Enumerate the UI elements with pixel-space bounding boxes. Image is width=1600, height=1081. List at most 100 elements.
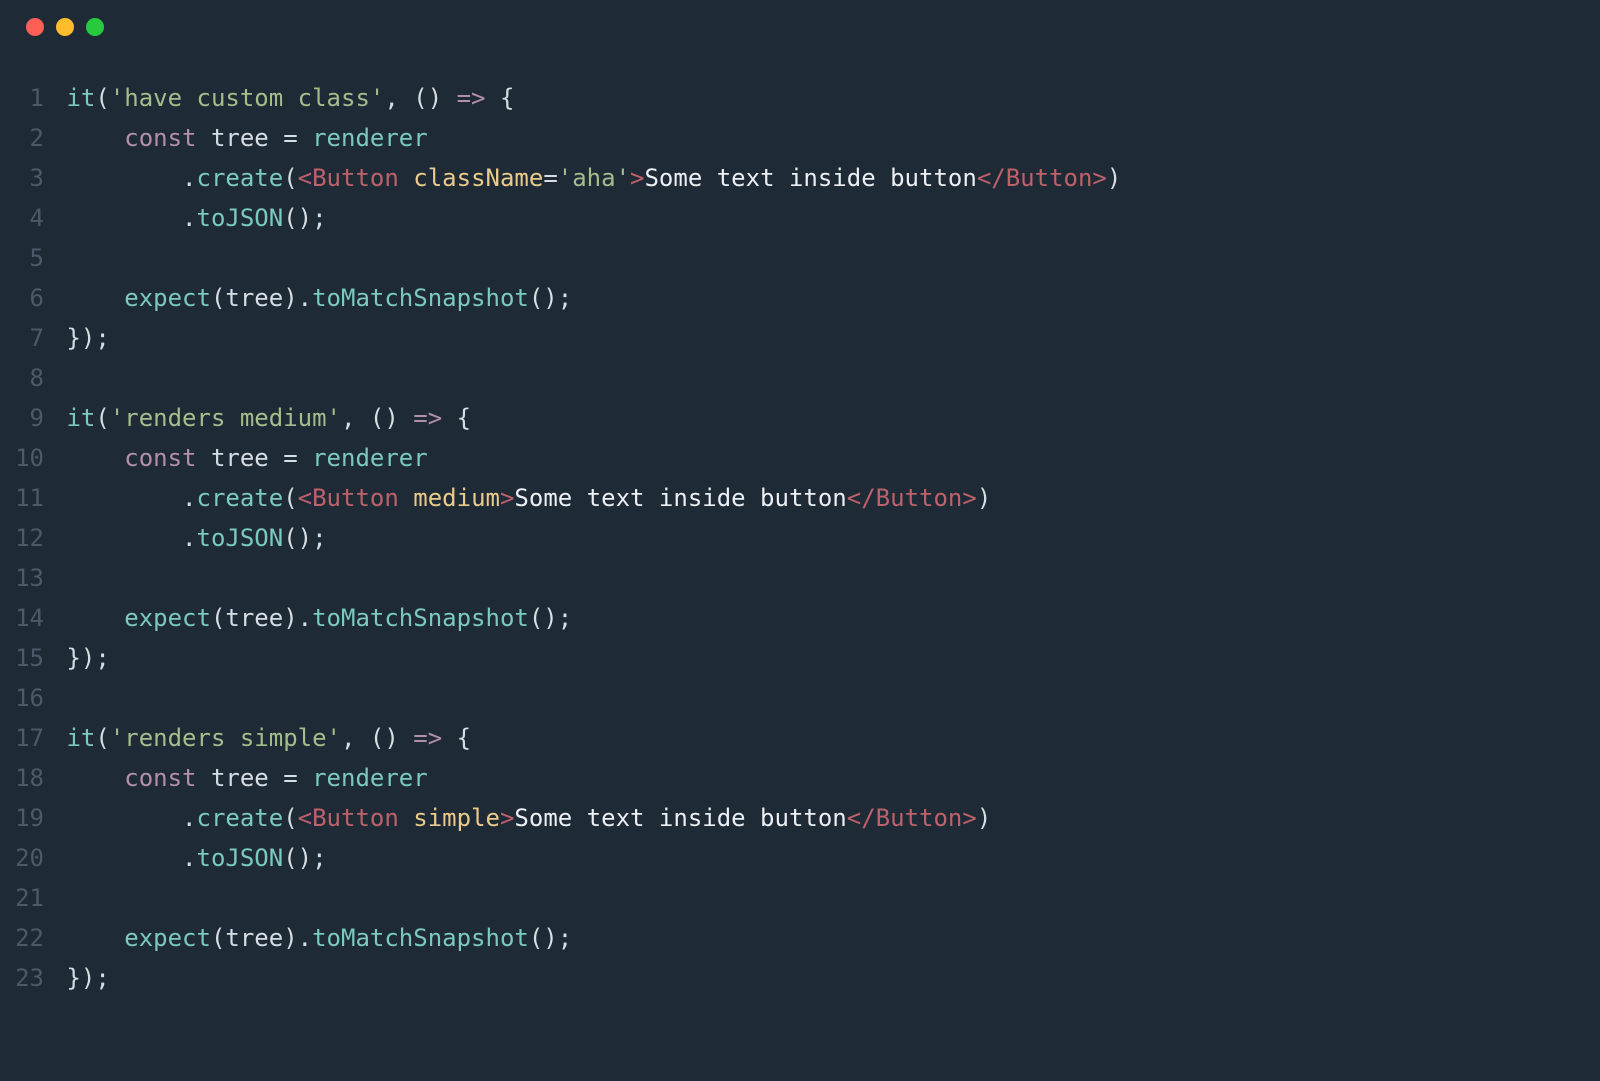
- code-token: ();: [283, 204, 326, 232]
- code-token: >: [500, 804, 514, 832]
- code-token: });: [66, 324, 109, 352]
- code-line[interactable]: const tree = renderer: [52, 438, 1600, 478]
- code-token: ();: [529, 604, 572, 632]
- titlebar: [0, 0, 1600, 54]
- code-line[interactable]: it('renders simple', () => {: [52, 718, 1600, 758]
- code-token: toMatchSnapshot: [312, 284, 529, 312]
- code-line[interactable]: const tree = renderer: [52, 758, 1600, 798]
- code-token: const: [124, 444, 196, 472]
- code-token: expect: [124, 924, 211, 952]
- code-token: toMatchSnapshot: [312, 604, 529, 632]
- code-token: tree: [225, 604, 283, 632]
- code-token: className: [413, 164, 543, 192]
- code-token: .: [66, 844, 196, 872]
- code-token: >: [630, 164, 644, 192]
- code-token: [66, 444, 124, 472]
- code-token: [197, 124, 211, 152]
- code-token: create: [197, 804, 284, 832]
- code-token: [197, 444, 211, 472]
- line-number: 1: [0, 78, 44, 118]
- code-token: {: [442, 724, 471, 752]
- code-token: });: [66, 644, 109, 672]
- code-line[interactable]: .create(<Button simple>Some text inside …: [52, 798, 1600, 838]
- code-token: =>: [413, 724, 442, 752]
- code-token: const: [124, 764, 196, 792]
- line-number: 23: [0, 958, 44, 998]
- code-token: tree: [211, 444, 269, 472]
- code-token: renderer: [312, 124, 428, 152]
- line-number: 12: [0, 518, 44, 558]
- code-token: ();: [529, 924, 572, 952]
- code-token: ();: [529, 284, 572, 312]
- code-line[interactable]: it('have custom class', () => {: [52, 78, 1600, 118]
- code-line[interactable]: [52, 558, 1600, 598]
- line-number: 6: [0, 278, 44, 318]
- code-line[interactable]: [52, 878, 1600, 918]
- code-area[interactable]: it('have custom class', () => { const tr…: [52, 78, 1600, 998]
- code-token: toJSON: [197, 844, 284, 872]
- code-token: [66, 124, 124, 152]
- code-line[interactable]: .create(<Button medium>Some text inside …: [52, 478, 1600, 518]
- code-token: [66, 604, 124, 632]
- code-line[interactable]: const tree = renderer: [52, 118, 1600, 158]
- code-line[interactable]: expect(tree).toMatchSnapshot();: [52, 598, 1600, 638]
- code-token: <: [298, 164, 312, 192]
- code-token: 'have custom class': [110, 84, 385, 112]
- code-token: ();: [283, 844, 326, 872]
- code-token: >: [962, 804, 976, 832]
- code-line[interactable]: });: [52, 958, 1600, 998]
- line-number: 10: [0, 438, 44, 478]
- code-token: Button: [876, 484, 963, 512]
- code-token: (: [211, 604, 225, 632]
- code-token: =: [543, 164, 557, 192]
- code-token: >: [962, 484, 976, 512]
- code-token: medium: [413, 484, 500, 512]
- code-line[interactable]: it('renders medium', () => {: [52, 398, 1600, 438]
- code-editor[interactable]: 1234567891011121314151617181920212223 it…: [0, 54, 1600, 998]
- code-token: create: [197, 484, 284, 512]
- code-line[interactable]: });: [52, 318, 1600, 358]
- code-line[interactable]: [52, 238, 1600, 278]
- code-token: , (): [341, 404, 413, 432]
- code-token: it: [66, 404, 95, 432]
- code-line[interactable]: [52, 678, 1600, 718]
- code-token: create: [197, 164, 284, 192]
- code-line[interactable]: expect(tree).toMatchSnapshot();: [52, 918, 1600, 958]
- code-line[interactable]: expect(tree).toMatchSnapshot();: [52, 278, 1600, 318]
- code-token: toJSON: [197, 204, 284, 232]
- code-token: ): [1107, 164, 1121, 192]
- code-token: </: [847, 484, 876, 512]
- code-line[interactable]: .toJSON();: [52, 518, 1600, 558]
- code-token: (: [95, 84, 109, 112]
- line-number: 8: [0, 358, 44, 398]
- code-token: 'renders medium': [110, 404, 341, 432]
- code-window: 1234567891011121314151617181920212223 it…: [0, 0, 1600, 1081]
- code-token: Button: [312, 804, 399, 832]
- code-token: ): [977, 484, 991, 512]
- code-line[interactable]: .toJSON();: [52, 838, 1600, 878]
- code-token: (: [211, 924, 225, 952]
- line-number: 7: [0, 318, 44, 358]
- code-token: const: [124, 124, 196, 152]
- line-number: 15: [0, 638, 44, 678]
- code-token: Some text inside button: [514, 484, 846, 512]
- line-number: 22: [0, 918, 44, 958]
- code-token: [66, 284, 124, 312]
- code-line[interactable]: .toJSON();: [52, 198, 1600, 238]
- code-line[interactable]: });: [52, 638, 1600, 678]
- code-token: Button: [876, 804, 963, 832]
- code-token: (: [283, 484, 297, 512]
- code-token: (: [95, 404, 109, 432]
- line-number: 9: [0, 398, 44, 438]
- code-line[interactable]: [52, 358, 1600, 398]
- code-token: >: [500, 484, 514, 512]
- window-close-icon[interactable]: [26, 18, 44, 36]
- code-token: Button: [312, 164, 399, 192]
- line-number: 13: [0, 558, 44, 598]
- line-number: 19: [0, 798, 44, 838]
- window-zoom-icon[interactable]: [86, 18, 104, 36]
- code-line[interactable]: .create(<Button className='aha'>Some tex…: [52, 158, 1600, 198]
- code-token: toJSON: [197, 524, 284, 552]
- window-minimize-icon[interactable]: [56, 18, 74, 36]
- code-token: , (): [341, 724, 413, 752]
